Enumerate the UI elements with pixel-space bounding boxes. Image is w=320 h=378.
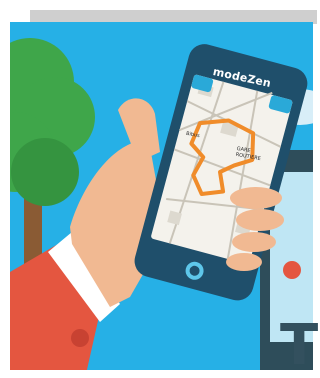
illustration-svg [10,38,313,374]
bottom-margin [0,370,317,378]
sign-letter: T [280,313,319,378]
illustration-scene: modeZen Bibus GARE ROUTIERE [10,22,313,374]
